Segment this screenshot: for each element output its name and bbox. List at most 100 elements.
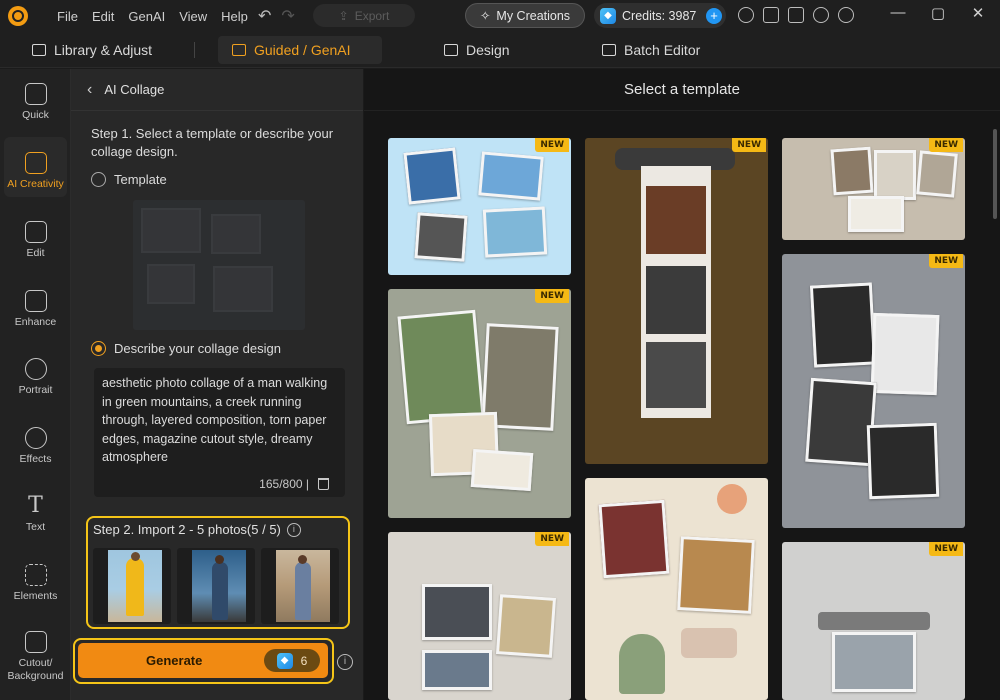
- rail-label: AI Creativity: [7, 178, 64, 190]
- generate-button[interactable]: Generate ◆ 6: [78, 643, 328, 678]
- tab-label: Library & Adjust: [54, 42, 153, 58]
- export-button[interactable]: ⇪ Export: [313, 4, 415, 27]
- generate-cost: 6: [300, 653, 308, 668]
- my-creations-button[interactable]: ✧ My Creations: [465, 3, 585, 28]
- generate-cost-badge: ◆ 6: [264, 649, 320, 672]
- gem-icon: ◆: [600, 7, 616, 24]
- tab-label: Guided / GenAI: [254, 42, 351, 58]
- rail-item-edit[interactable]: Edit: [0, 221, 71, 259]
- minimize-icon[interactable]: —: [878, 4, 918, 22]
- tab-library-adjust[interactable]: Library & Adjust: [18, 36, 166, 64]
- template-card[interactable]: NEW: [388, 289, 571, 518]
- rail-label: Quick: [22, 109, 49, 121]
- generate-highlight: Generate ◆ 6: [73, 638, 334, 684]
- info-icon[interactable]: i: [286, 522, 301, 537]
- tab-divider: [194, 42, 195, 58]
- settings-gear-icon[interactable]: [813, 7, 829, 23]
- ai-creativity-icon: [24, 152, 47, 174]
- feedback-icon[interactable]: [788, 7, 804, 23]
- rail-label: Effects: [19, 453, 52, 465]
- rail-item-cutout-background[interactable]: Cutout/ Background: [0, 631, 71, 683]
- template-radio[interactable]: Template: [91, 172, 167, 187]
- title-bar: File Edit GenAI View Help ↶ ↷ ⇪ Export ✧…: [0, 0, 1000, 32]
- account-icon[interactable]: [738, 7, 754, 23]
- tab-batch-editor[interactable]: Batch Editor: [588, 36, 714, 64]
- photo-thumbnail[interactable]: [261, 548, 339, 624]
- radio-checked-icon: [91, 341, 106, 356]
- rail-label: Cutout/ Background: [7, 657, 64, 682]
- rail-label: Enhance: [14, 316, 57, 328]
- text-icon: T: [28, 493, 43, 518]
- describe-radio-label: Describe your collage design: [114, 341, 281, 356]
- tab-guided-genai[interactable]: Guided / GenAI: [218, 36, 382, 64]
- batch-icon: [602, 44, 616, 56]
- rail-item-text[interactable]: T Text: [0, 493, 71, 534]
- menu-genai[interactable]: GenAI: [128, 9, 165, 24]
- redo-icon[interactable]: ↷: [281, 6, 294, 26]
- tab-label: Batch Editor: [624, 42, 701, 58]
- app-logo-icon: [8, 6, 28, 26]
- panel-header: ‹ AI Collage: [71, 69, 363, 111]
- tab-design[interactable]: Design: [430, 36, 524, 64]
- generate-label: Generate: [146, 653, 203, 668]
- photo-thumbnail[interactable]: [177, 548, 255, 624]
- new-badge: NEW: [535, 289, 569, 303]
- mode-tab-bar: Library & Adjust Guided / GenAI Design B…: [0, 32, 1000, 68]
- rail-item-enhance[interactable]: Enhance: [0, 290, 71, 328]
- template-preview: [133, 200, 305, 330]
- menu-file[interactable]: File: [57, 9, 78, 24]
- template-card[interactable]: [585, 478, 768, 700]
- description-text: aesthetic photo collage of a man walking…: [102, 376, 328, 464]
- photo-thumbnail[interactable]: [93, 548, 171, 624]
- credits-badge[interactable]: ◆ Credits: 3987 +: [594, 3, 726, 28]
- rail-label: Elements: [13, 590, 58, 602]
- edit-photo-icon: [24, 221, 47, 243]
- description-textarea[interactable]: aesthetic photo collage of a man walking…: [94, 368, 345, 497]
- new-badge: NEW: [535, 532, 569, 546]
- generate-info-icon[interactable]: i: [337, 654, 353, 670]
- template-card[interactable]: NEW: [388, 532, 571, 700]
- menu-edit[interactable]: Edit: [92, 9, 114, 24]
- template-card[interactable]: NEW: [782, 138, 965, 240]
- ai-collage-panel: ‹ AI Collage Step 1. Select a template o…: [71, 69, 363, 700]
- step2-label: Step 2. Import 2 - 5 photos(5 / 5): [93, 522, 281, 537]
- rail-item-effects[interactable]: Effects: [0, 427, 71, 465]
- magic-wand-icon: [24, 83, 47, 105]
- template-card[interactable]: NEW: [585, 138, 768, 464]
- template-card[interactable]: NEW: [388, 138, 571, 275]
- help-icon[interactable]: [838, 7, 854, 23]
- guided-icon: [232, 44, 246, 56]
- library-icon: [32, 44, 46, 56]
- close-icon[interactable]: ✕: [958, 4, 998, 22]
- rail-item-quick[interactable]: Quick: [0, 83, 71, 121]
- rail-item-portrait[interactable]: Portrait: [0, 358, 71, 396]
- add-credits-icon[interactable]: +: [706, 7, 722, 24]
- template-card[interactable]: NEW: [782, 254, 965, 528]
- export-label: Export: [354, 8, 390, 23]
- import-photos-section: Step 2. Import 2 - 5 photos(5 / 5) i: [86, 516, 350, 629]
- tool-rail: Quick AI Creativity Edit Enhance Portrai…: [0, 69, 71, 700]
- menu-view[interactable]: View: [179, 9, 207, 24]
- char-count: 165/800 |: [259, 477, 309, 491]
- maximize-icon[interactable]: ▢: [918, 4, 958, 22]
- step2-header: Step 2. Import 2 - 5 photos(5 / 5) i: [93, 522, 301, 537]
- back-chevron-icon[interactable]: ‹: [87, 81, 92, 99]
- template-card[interactable]: NEW: [782, 542, 965, 700]
- undo-icon[interactable]: ↶: [258, 6, 271, 26]
- new-badge: NEW: [929, 542, 963, 556]
- effects-icon: [24, 427, 47, 449]
- step1-label: Step 1. Select a template or describe yo…: [91, 126, 334, 159]
- tab-label: Design: [466, 42, 510, 58]
- menu-help[interactable]: Help: [221, 9, 248, 24]
- rail-label: Edit: [26, 247, 45, 259]
- rail-item-elements[interactable]: Elements: [0, 564, 71, 602]
- describe-radio[interactable]: Describe your collage design: [91, 341, 281, 356]
- gem-icon: ◆: [276, 652, 293, 669]
- template-radio-label: Template: [114, 172, 167, 187]
- notification-bell-icon[interactable]: [763, 7, 779, 23]
- gallery-scrollbar[interactable]: [993, 129, 997, 219]
- rail-label: Text: [25, 521, 46, 533]
- new-badge: NEW: [929, 254, 963, 268]
- trash-icon[interactable]: [318, 478, 329, 490]
- rail-item-ai-creativity[interactable]: AI Creativity: [0, 152, 71, 190]
